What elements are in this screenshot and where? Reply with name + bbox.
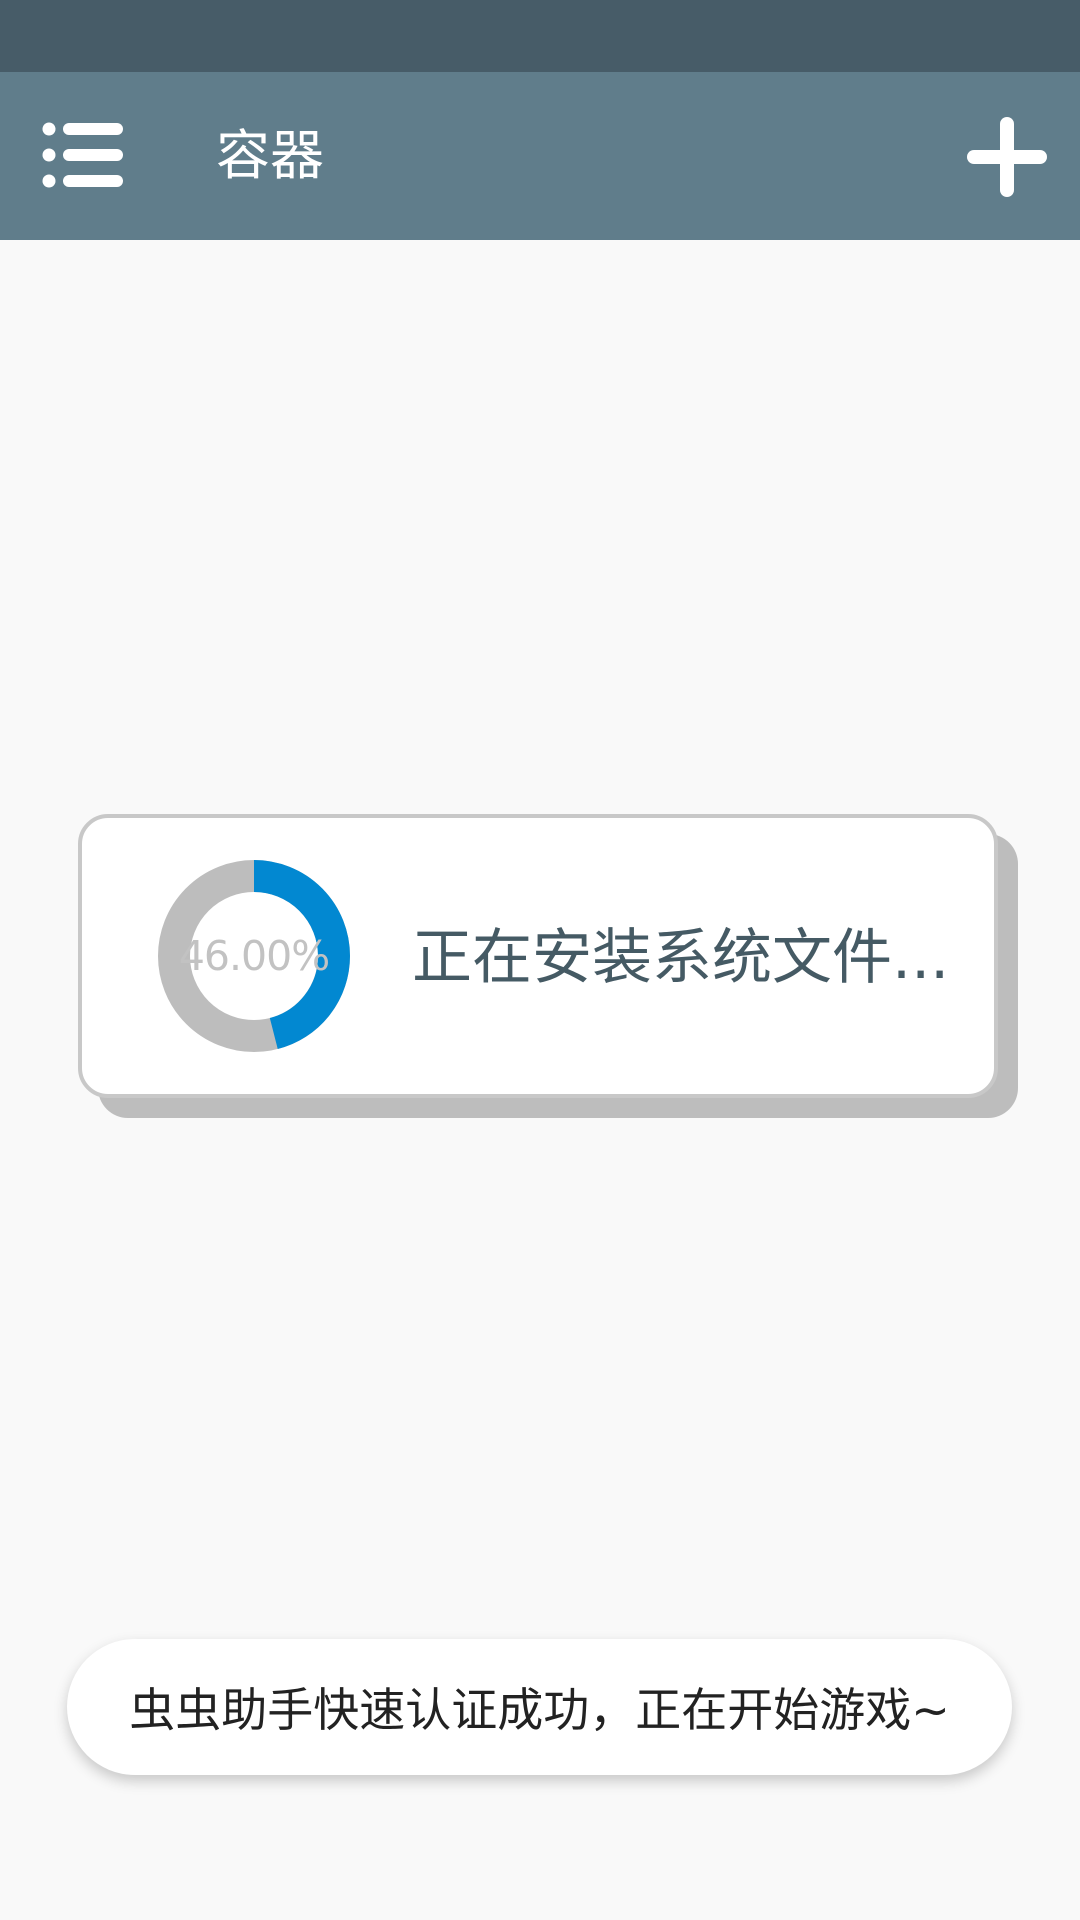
menu-button[interactable] [28,110,138,200]
menu-icon [42,122,123,188]
toast-message: 虫虫助手快速认证成功，正在开始游戏~ [129,1683,950,1737]
app-bar: 容器 [0,72,1080,240]
app-title: 容器 [216,124,324,187]
toast: 虫虫助手快速认证成功，正在开始游戏~ [67,1639,1012,1775]
progress-dialog: 46.00% 正在安装系统文件... [78,814,998,1098]
dialog-message: 正在安装系统文件... [412,923,950,993]
progress-label: 46.00% [178,932,330,980]
status-bar [0,0,1080,72]
plus-icon [967,117,1047,197]
add-button[interactable] [952,102,1062,212]
progress-ring: 46.00% [154,856,354,1056]
